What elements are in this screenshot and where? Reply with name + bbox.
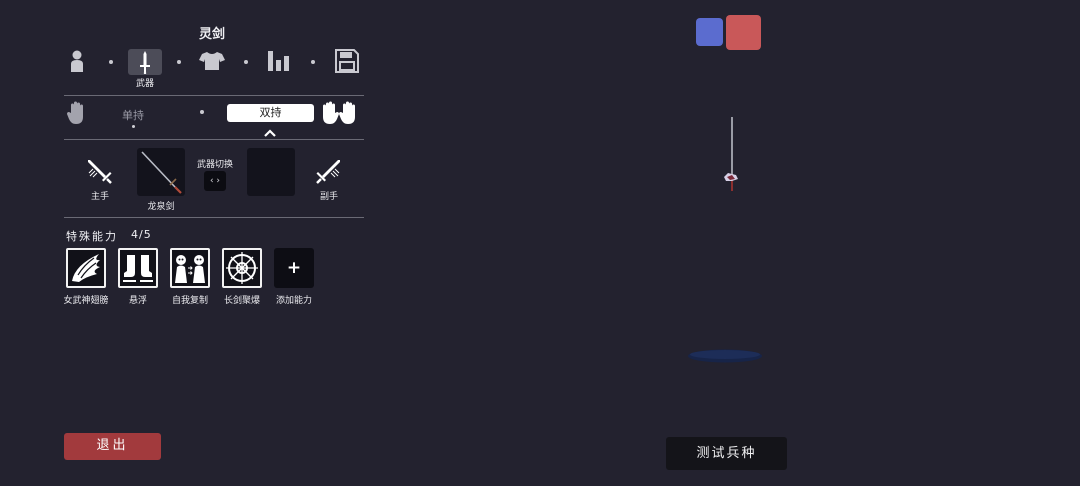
nav-separator	[311, 60, 315, 64]
abilities-count: 4/5	[131, 228, 152, 241]
section-divider	[64, 139, 364, 140]
plus-icon: +	[286, 258, 302, 278]
nav-save-button[interactable]	[330, 48, 364, 74]
longsword-icon	[141, 151, 182, 194]
main-weapon-name: 龙泉剑	[147, 202, 175, 212]
weapon-switch-label: 武器切换	[196, 160, 233, 170]
option-separator	[200, 110, 204, 114]
ability-label: 长剑聚爆	[223, 296, 260, 306]
crosshair-icon	[226, 252, 258, 284]
nav-stats-button[interactable]	[262, 48, 296, 74]
ability-label: 自我复制	[171, 296, 208, 306]
save-icon	[335, 49, 359, 73]
team-color-red[interactable]	[726, 15, 761, 50]
add-ability-label: 添加能力	[275, 296, 312, 306]
ability-slot-hover[interactable]	[118, 248, 158, 288]
sword-icon	[140, 51, 150, 74]
sword-preview-model	[718, 115, 744, 199]
ability-slot-wings[interactable]	[66, 248, 106, 288]
swap-arrows-icon: ‹ ›	[209, 176, 221, 186]
unit-title: 灵剑	[198, 27, 225, 42]
ability-label: 悬浮	[128, 296, 147, 306]
nav-separator	[109, 60, 113, 64]
dual-hands-icon	[318, 101, 360, 129]
off-hand-weapon-slot[interactable]	[247, 148, 295, 196]
off-hand-label: 副手	[319, 192, 338, 202]
weapon-switch-button[interactable]: ‹ ›	[204, 171, 226, 191]
test-unit-button[interactable]: 测试兵种	[666, 437, 787, 470]
dual-hold-option[interactable]: 双持	[227, 104, 314, 122]
nav-separator	[244, 60, 248, 64]
abilities-title: 特殊能力	[66, 230, 118, 243]
section-divider	[64, 95, 364, 96]
stats-icon	[268, 51, 289, 71]
clone-icon	[175, 255, 205, 283]
ability-label: 女武神翅膀	[63, 296, 109, 306]
main-hand-sword-icon	[86, 157, 114, 189]
single-hold-option[interactable]: 单持	[122, 107, 144, 123]
nav-weapon-button[interactable]	[128, 49, 162, 75]
team-color-blue[interactable]	[696, 18, 723, 46]
nav-armor-button[interactable]	[195, 48, 229, 74]
boots-icon	[123, 255, 153, 282]
off-hand-sword-icon	[314, 157, 342, 189]
nav-character-button[interactable]	[60, 48, 94, 74]
ability-slot-clone[interactable]	[170, 248, 210, 288]
shirt-icon	[199, 52, 225, 70]
main-hand-label: 主手	[90, 192, 109, 202]
exit-button[interactable]: 退出	[64, 433, 161, 460]
main-weapon-slot[interactable]	[137, 148, 185, 196]
single-hand-icon	[66, 101, 88, 129]
add-ability-button[interactable]: +	[274, 248, 314, 288]
nav-separator	[177, 60, 181, 64]
ground-disc	[686, 347, 764, 369]
nav-weapon-label: 武器	[135, 79, 154, 89]
option-indicator-dot	[132, 125, 135, 128]
person-icon	[71, 50, 83, 72]
wings-icon	[72, 254, 100, 282]
ability-slot-burst[interactable]	[222, 248, 262, 288]
section-divider	[64, 217, 364, 218]
